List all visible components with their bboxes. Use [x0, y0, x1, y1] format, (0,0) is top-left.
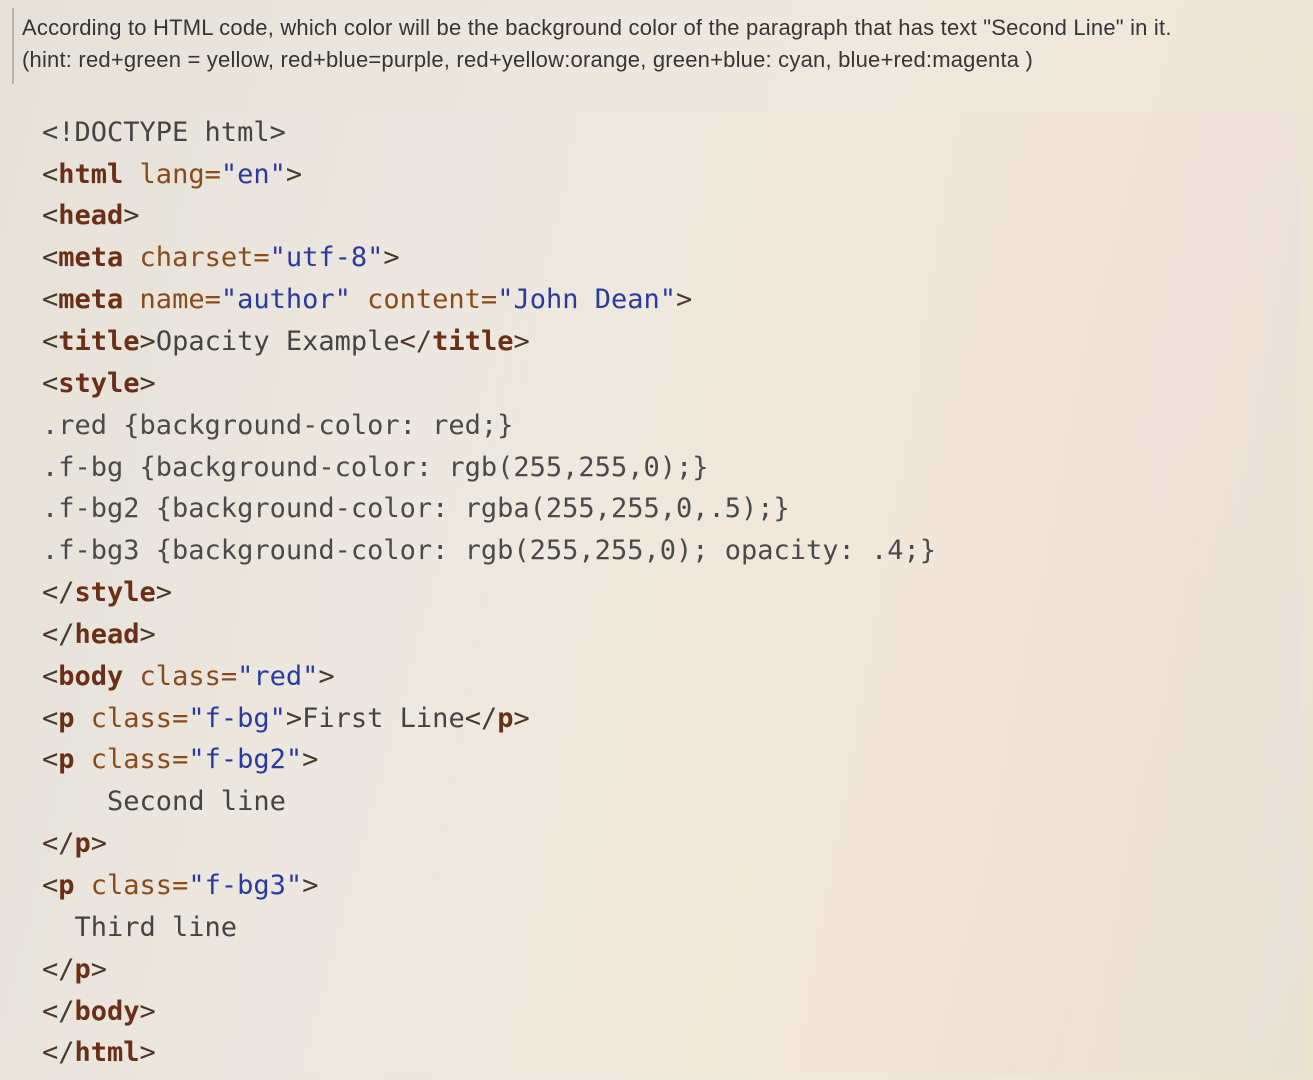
code-angle: <	[42, 368, 58, 399]
code-angle: </	[42, 577, 75, 608]
code-tag-body: body	[75, 996, 140, 1027]
code-str-fbg: "f-bg"	[188, 703, 286, 734]
code-angle: <	[42, 200, 58, 231]
code-angle: </	[42, 1037, 75, 1068]
code-line-doctype: <!DOCTYPE html>	[42, 117, 286, 148]
question-prompt: According to HTML code, which color will…	[22, 15, 1172, 40]
code-str-en: "en"	[221, 159, 286, 190]
code-css-red: .red {background-color: red;}	[42, 410, 513, 441]
code-tag-p: p	[75, 954, 91, 985]
code-attr-charset: charset=	[123, 242, 269, 273]
code-angle: </	[42, 954, 75, 985]
code-attr-class: class=	[75, 744, 189, 775]
code-angle: >	[302, 744, 318, 775]
code-angle: >	[140, 326, 156, 357]
code-tag-html: html	[75, 1037, 140, 1068]
code-angle: >	[156, 577, 172, 608]
code-angle: >	[676, 284, 692, 315]
code-tag-head: head	[58, 200, 123, 231]
code-angle: <	[42, 284, 58, 315]
code-third-line-text: Third line	[42, 912, 237, 943]
code-block: <!DOCTYPE html> <html lang="en"> <head> …	[12, 112, 1301, 1074]
code-angle: >	[286, 703, 302, 734]
code-angle: >	[140, 1037, 156, 1068]
code-angle: >	[140, 368, 156, 399]
code-tag-html: html	[58, 159, 123, 190]
code-tag-p: p	[58, 870, 74, 901]
code-angle: >	[513, 703, 529, 734]
code-str-fbg2: "f-bg2"	[188, 744, 302, 775]
code-angle: >	[383, 242, 399, 273]
code-tag-meta: meta	[58, 284, 123, 315]
code-tag-p: p	[58, 703, 74, 734]
code-tag-p: p	[75, 828, 91, 859]
code-css-fbg3: .f-bg3 {background-color: rgb(255,255,0)…	[42, 535, 936, 566]
code-angle: </	[42, 619, 75, 650]
code-str-author: "author"	[221, 284, 351, 315]
code-tag-head: head	[75, 619, 140, 650]
code-angle: >	[140, 619, 156, 650]
code-angle: >	[318, 661, 334, 692]
code-tag-p: p	[497, 703, 513, 734]
question-hint: (hint: red+green = yellow, red+blue=purp…	[22, 44, 1301, 76]
code-angle: <	[42, 744, 58, 775]
code-angle: <	[42, 703, 58, 734]
code-tag-style: style	[58, 368, 139, 399]
question-block: According to HTML code, which color will…	[12, 8, 1301, 84]
code-first-line-text: First Line	[302, 703, 465, 734]
code-attr-lang: lang=	[123, 159, 221, 190]
code-tag-meta: meta	[58, 242, 123, 273]
code-tag-body: body	[58, 661, 123, 692]
code-angle: </	[465, 703, 498, 734]
code-angle: <	[42, 326, 58, 357]
code-tag-title: title	[432, 326, 513, 357]
code-tag-title: title	[58, 326, 139, 357]
code-title-text: Opacity Example	[156, 326, 400, 357]
code-angle: </	[42, 828, 75, 859]
code-str-fbg3: "f-bg3"	[188, 870, 302, 901]
code-attr-content: content=	[351, 284, 497, 315]
code-attr-class: class=	[75, 703, 189, 734]
code-angle: >	[140, 996, 156, 1027]
code-angle: >	[91, 954, 107, 985]
code-str-utf8: "utf-8"	[270, 242, 384, 273]
code-angle: >	[123, 200, 139, 231]
code-angle: <	[42, 870, 58, 901]
code-angle: <	[42, 159, 58, 190]
code-angle: </	[400, 326, 433, 357]
code-str-red: "red"	[237, 661, 318, 692]
code-angle: >	[513, 326, 529, 357]
code-angle: >	[91, 828, 107, 859]
code-str-johndean: "John Dean"	[497, 284, 676, 315]
code-angle: <	[42, 661, 58, 692]
code-second-line-text: Second line	[42, 786, 286, 817]
code-tag-style: style	[75, 577, 156, 608]
code-attr-class: class=	[75, 870, 189, 901]
code-attr-class: class=	[123, 661, 237, 692]
code-angle: >	[286, 159, 302, 190]
code-tag-p: p	[58, 744, 74, 775]
code-css-fbg: .f-bg {background-color: rgb(255,255,0);…	[42, 452, 708, 483]
code-angle: </	[42, 996, 75, 1027]
code-angle: >	[302, 870, 318, 901]
code-css-fbg2: .f-bg2 {background-color: rgba(255,255,0…	[42, 493, 790, 524]
code-attr-name: name=	[123, 284, 221, 315]
code-angle: <	[42, 242, 58, 273]
